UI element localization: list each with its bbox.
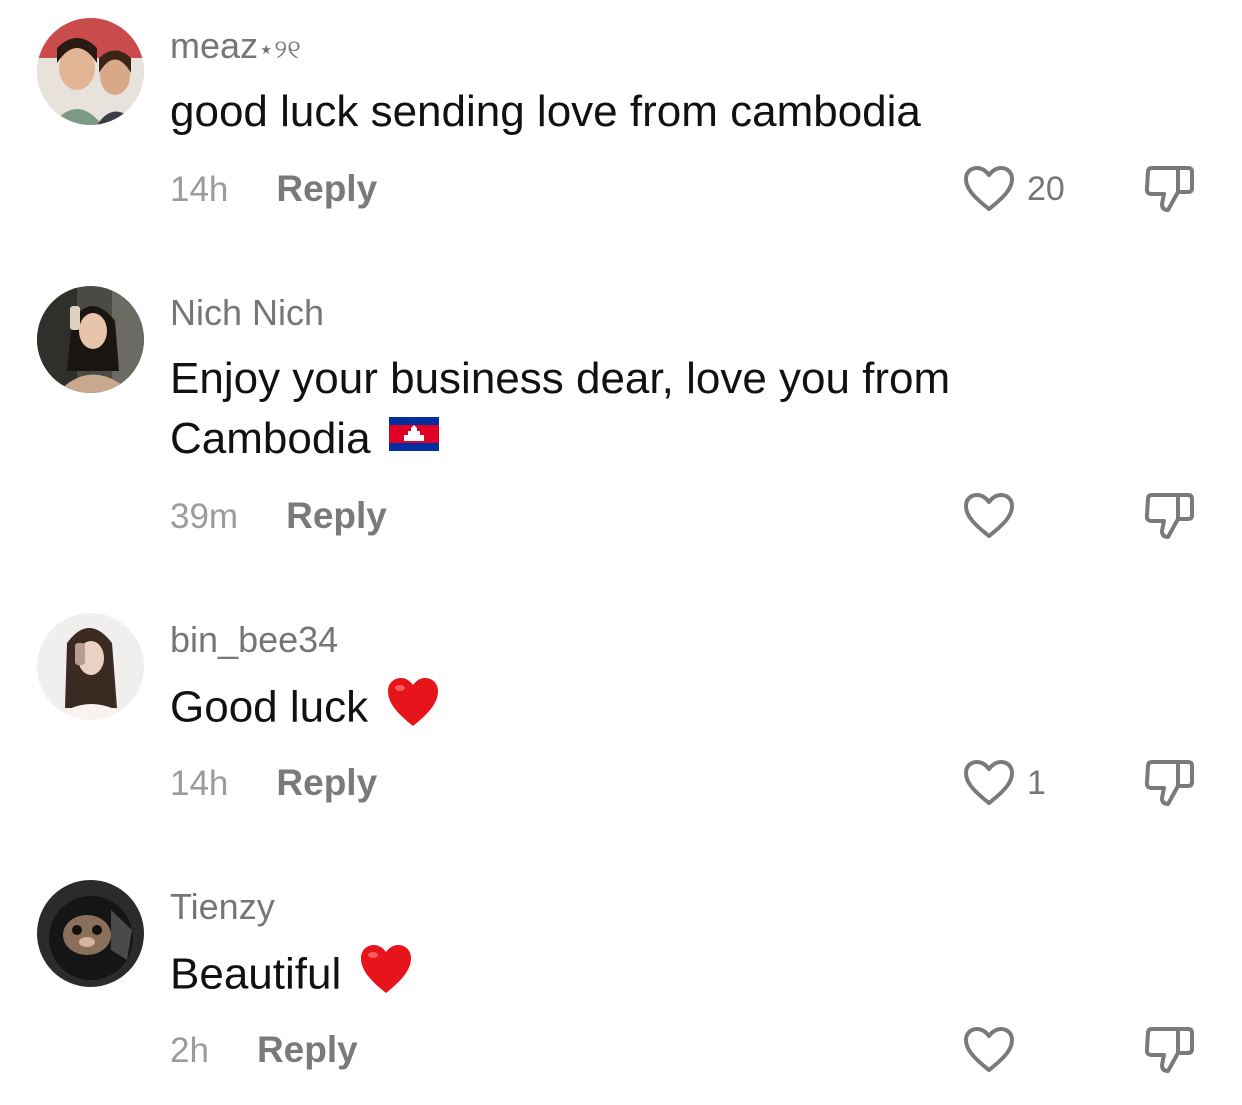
like-button[interactable] bbox=[963, 1025, 1027, 1075]
like-count: 1 bbox=[1027, 763, 1046, 802]
thumbs-down-icon bbox=[1144, 1027, 1194, 1073]
like-button[interactable]: 1 bbox=[963, 758, 1046, 808]
dislike-button[interactable] bbox=[1140, 1021, 1198, 1079]
red-heart-icon bbox=[386, 676, 440, 744]
heart-outline-icon bbox=[964, 760, 1014, 805]
comment-text: Beautiful bbox=[170, 943, 1070, 1011]
thumbs-down-icon bbox=[1144, 493, 1194, 539]
like-button[interactable]: 20 bbox=[963, 164, 1065, 214]
dislike-button[interactable] bbox=[1140, 487, 1198, 545]
dislike-button[interactable] bbox=[1140, 160, 1198, 218]
cambodia-flag-icon bbox=[388, 407, 439, 467]
comment-meta: 14h Reply bbox=[170, 170, 377, 207]
like-count: 20 bbox=[1027, 169, 1065, 208]
comment-text: good luck sending love from cambodia bbox=[170, 87, 921, 136]
avatar[interactable] bbox=[37, 286, 144, 393]
thumbs-down-icon bbox=[1144, 166, 1194, 212]
dislike-button[interactable] bbox=[1140, 754, 1198, 812]
heart-outline-icon bbox=[964, 1027, 1014, 1072]
comment-text-content: Good luck bbox=[170, 682, 369, 732]
thumbs-down-icon bbox=[1144, 760, 1194, 806]
comment-text: Good luck bbox=[170, 676, 1070, 744]
red-heart-icon bbox=[359, 943, 413, 1011]
heart-outline-icon bbox=[964, 493, 1014, 538]
comment-timestamp: 39m bbox=[170, 497, 239, 536]
avatar[interactable] bbox=[37, 18, 144, 125]
comment-text: Enjoy your business dear, love you from … bbox=[170, 349, 1070, 469]
comment-username[interactable]: Nich Nich bbox=[170, 295, 324, 331]
comment-meta: 14h Reply bbox=[170, 764, 377, 801]
comment-timestamp: 14h bbox=[170, 170, 229, 209]
avatar[interactable] bbox=[37, 880, 144, 987]
user-avatar-icon bbox=[37, 286, 144, 393]
like-button[interactable] bbox=[963, 491, 1027, 541]
heart-outline-icon bbox=[964, 166, 1014, 211]
comment-timestamp: 14h bbox=[170, 764, 229, 803]
username-suffix: ⋆୨୧ bbox=[258, 34, 301, 64]
reply-button[interactable]: Reply bbox=[276, 762, 377, 803]
reply-button[interactable]: Reply bbox=[276, 168, 377, 209]
user-avatar-icon bbox=[37, 880, 144, 987]
comment-text-content: Enjoy your business dear, love you from … bbox=[170, 354, 951, 463]
avatar[interactable] bbox=[37, 613, 144, 720]
reply-button[interactable]: Reply bbox=[286, 495, 387, 536]
comment-username[interactable]: Tienzy bbox=[170, 889, 275, 925]
comment-username[interactable]: bin_bee34 bbox=[170, 622, 338, 658]
comment-text-content: Beautiful bbox=[170, 949, 342, 999]
user-avatar-icon bbox=[37, 18, 144, 125]
user-avatar-icon bbox=[37, 613, 144, 720]
reply-button[interactable]: Reply bbox=[257, 1029, 358, 1070]
comment-meta: 2h Reply bbox=[170, 1031, 358, 1068]
username-text: meaz bbox=[170, 25, 259, 66]
comment-timestamp: 2h bbox=[170, 1031, 209, 1070]
comment-username[interactable]: meaz⋆୨୧ bbox=[170, 28, 301, 64]
comment-meta: 39m Reply bbox=[170, 497, 387, 534]
